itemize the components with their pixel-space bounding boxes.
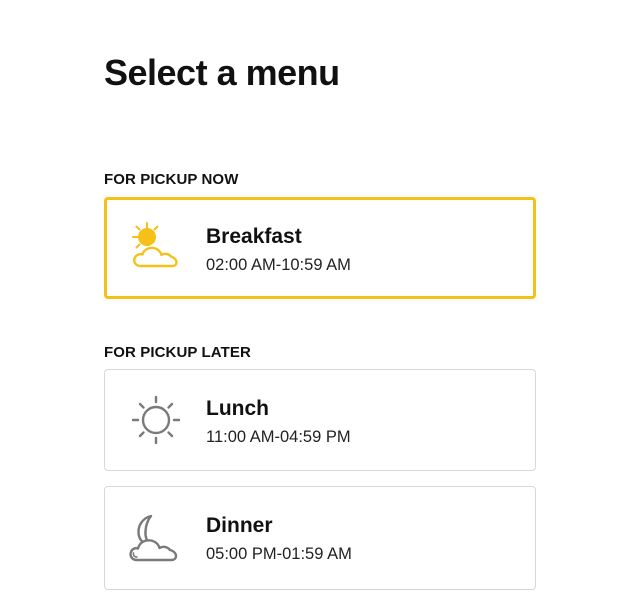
menu-selection-page: Select a menu FOR PICKUP NOW Breakfast 0… [0, 0, 640, 596]
moon-cloud-icon [126, 509, 184, 565]
menu-hours-breakfast: 02:00 AM-10:59 AM [206, 256, 351, 274]
menu-name-breakfast: Breakfast [206, 225, 302, 248]
page-title: Select a menu [104, 52, 340, 93]
sun-cloud-icon [126, 220, 184, 276]
menu-name-dinner: Dinner [206, 514, 273, 537]
menu-card-dinner[interactable]: Dinner 05:00 PM-01:59 AM [104, 486, 536, 590]
menu-hours-dinner: 05:00 PM-01:59 AM [206, 545, 352, 563]
sun-icon [126, 392, 184, 448]
menu-name-lunch: Lunch [206, 397, 269, 420]
section-label-pickup-now: FOR PICKUP NOW [104, 171, 239, 188]
menu-card-lunch[interactable]: Lunch 11:00 AM-04:59 PM [104, 369, 536, 471]
section-label-pickup-later: FOR PICKUP LATER [104, 344, 251, 361]
menu-card-breakfast[interactable]: Breakfast 02:00 AM-10:59 AM [104, 197, 536, 299]
menu-hours-lunch: 11:00 AM-04:59 PM [206, 428, 351, 446]
